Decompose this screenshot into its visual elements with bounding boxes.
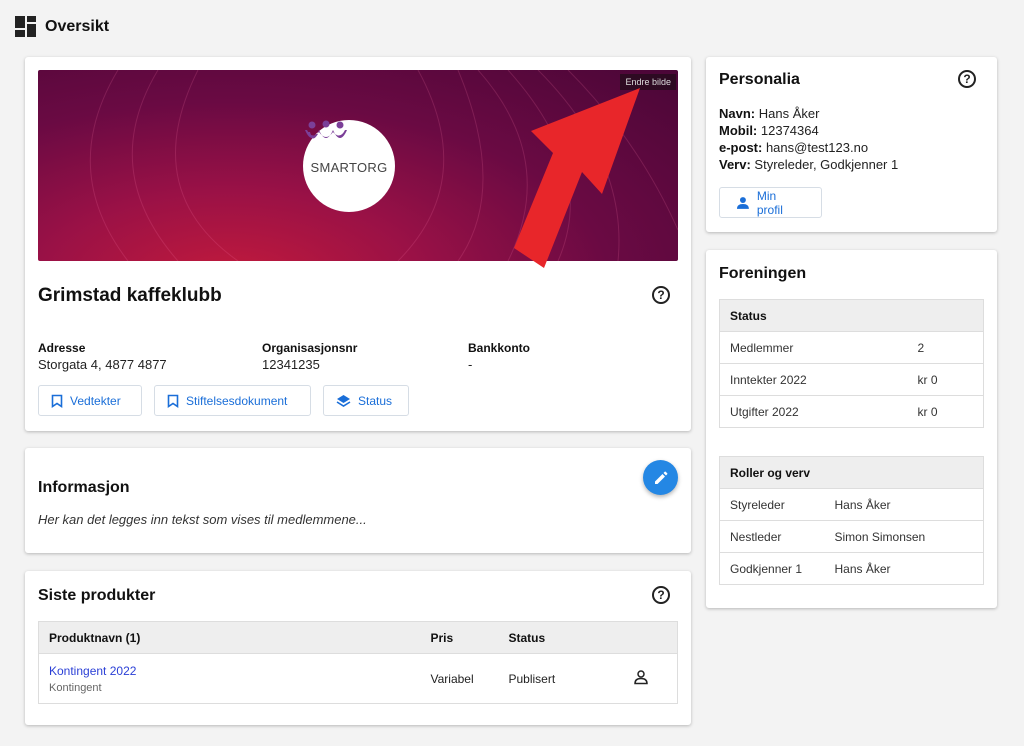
table-header-row: Roller og verv [719,456,984,489]
product-type: Kontingent [49,681,102,694]
orgnr-label: Organisasjonsnr [262,341,358,355]
association-card: Foreningen Status Medlemmer 2 Inntekter 2… [706,250,997,608]
column-header-actions [608,621,678,654]
role-name: Nestleder [719,520,825,553]
address-value: Storgata 4, 4877 4877 [38,357,167,372]
status-header: Status [719,299,984,332]
personalia-name: Navn: Hans Åker [719,106,820,121]
stiftelsesdokument-label: Stiftelsesdokument [186,393,288,408]
my-profile-label: Min profil [756,188,783,217]
status-table: Status Medlemmer 2 Inntekter 2022 kr 0 Utg… [719,299,984,428]
products-card: Siste produkter ? Produktnavn (1) Pris S… [25,571,691,725]
association-title: Foreningen [719,265,807,282]
info-title: Informasjon [38,479,130,496]
table-header-row: Produktnavn (1) Pris Status [38,621,678,654]
role-name: Godkjenner 1 [719,552,825,585]
org-name: Grimstad kaffeklubb [38,285,222,306]
smartorg-logo: SMARTORG [303,120,395,212]
role-name: Styreleder [719,488,825,521]
change-image-button[interactable]: Endre bilde [620,74,676,90]
table-row: Godkjenner 1 Hans Åker [719,552,984,585]
org-card: SMARTORG Endre bilde Grimstad kaffeklubb… [25,57,691,431]
org-banner: SMARTORG Endre bilde [38,70,678,261]
role-holder: Simon Simonsen [824,520,984,553]
status-button[interactable]: Status [323,385,409,416]
personalia-mobile: Mobil: 12374364 [719,123,819,138]
table-header-row: Status [719,299,984,332]
dashboard-icon [15,16,36,37]
help-icon[interactable]: ? [652,286,670,304]
personalia-email: e-post: hans@test123.no [719,140,869,155]
vedtekter-button[interactable]: Vedtekter [38,385,142,416]
orgnr-value: 12341235 [262,357,320,372]
status-row-value: kr 0 [907,363,984,396]
personalia-role: Verv: Styreleder, Godkjenner 1 [719,157,899,172]
product-actions-cell [608,653,678,704]
person-icon [736,196,749,209]
products-title: Siste produkter [38,587,156,604]
help-icon[interactable]: ? [958,70,976,88]
layers-icon [336,394,351,407]
status-row-value: kr 0 [907,395,984,428]
status-row-value: 2 [907,331,984,364]
my-profile-button[interactable]: Min profil [719,187,822,218]
status-row-label: Utgifter 2022 [719,395,908,428]
personalia-card: Personalia ? Navn: Hans Åker Mobil: 1237… [706,57,997,232]
status-row-label: Inntekter 2022 [719,363,908,396]
role-holder: Hans Åker [824,552,984,585]
product-name-cell: Kontingent 2022 Kontingent [38,653,421,704]
vedtekter-label: Vedtekter [70,393,121,408]
info-text: Her kan det legges inn tekst som vises t… [38,512,367,527]
logo-text: SMARTORG [310,159,388,175]
help-icon[interactable]: ? [652,586,670,604]
table-row[interactable]: Kontingent 2022 Kontingent Variabel Publ… [38,653,678,704]
page-title: Oversikt [45,17,110,35]
people-logo-icon [305,120,347,139]
personalia-title: Personalia [719,71,800,88]
info-card: Informasjon Her kan det legges inn tekst… [25,448,691,553]
products-table: Produktnavn (1) Pris Status Kontingent 2… [38,621,678,704]
bookmark-icon [167,394,179,408]
product-price: Variabel [420,653,499,704]
column-header-name: Produktnavn (1) [38,621,421,654]
roles-table: Roller og verv Styreleder Hans Åker Nestl… [719,456,984,585]
address-label: Adresse [38,341,86,355]
role-holder: Hans Åker [824,488,984,521]
stiftelsesdokument-button[interactable]: Stiftelsesdokument [154,385,311,416]
bank-label: Bankkonto [468,341,531,355]
table-row: Styreleder Hans Åker [719,488,984,521]
table-row: Utgifter 2022 kr 0 [719,395,984,428]
column-header-price: Pris [420,621,499,654]
table-row: Medlemmer 2 [719,331,984,364]
table-row: Inntekter 2022 kr 0 [719,363,984,396]
bookmark-icon [51,394,63,408]
pencil-icon [654,471,667,484]
status-label: Status [358,393,393,408]
bank-value: - [468,357,473,372]
product-link[interactable]: Kontingent 2022 [49,664,421,678]
product-status: Publisert [498,653,609,704]
table-row: Nestleder Simon Simonsen [719,520,984,553]
person-icon[interactable] [633,669,649,685]
status-row-label: Medlemmer [719,331,908,364]
column-header-status: Status [498,621,609,654]
edit-info-button[interactable] [643,460,678,495]
page-header: Oversikt [15,16,109,37]
roles-header: Roller og verv [719,456,984,489]
